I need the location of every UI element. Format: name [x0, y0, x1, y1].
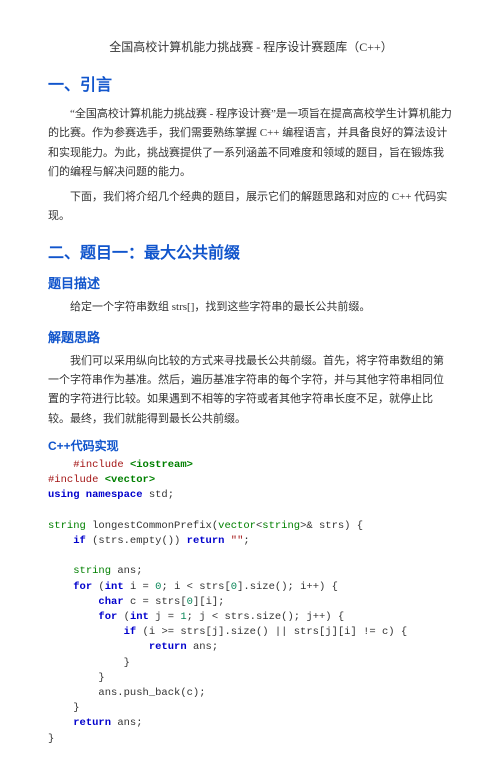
- subheading-desc: 题目描述: [48, 273, 454, 292]
- section-1-heading: 一、引言: [48, 71, 454, 95]
- code-block: #include <iostream> #include <vector> us…: [48, 458, 454, 747]
- subheading-approach: 解题思路: [48, 327, 454, 346]
- page: 全国高校计算机能力挑战赛 - 程序设计赛题库（C++） 一、引言 “全国高校计算…: [0, 0, 502, 767]
- intro-paragraph-2: 下面，我们将介绍几个经典的题目，展示它们的解题思路和对应的 C++ 代码实现。: [48, 188, 454, 227]
- section-2-heading: 二、题目一：最大公共前缀: [48, 239, 454, 263]
- subheading-code: C++代码实现: [48, 437, 454, 454]
- document-title: 全国高校计算机能力挑战赛 - 程序设计赛题库（C++）: [48, 38, 454, 55]
- problem-description: 给定一个字符串数组 strs[]，找到这些字符串的最长公共前缀。: [48, 298, 454, 317]
- solution-paragraph: 我们可以采用纵向比较的方式来寻找最长公共前缀。首先，将字符串数组的第一个字符串作…: [48, 352, 454, 429]
- intro-paragraph-1: “全国高校计算机能力挑战赛 - 程序设计赛”是一项旨在提高高校学生计算机能力的比…: [48, 105, 454, 182]
